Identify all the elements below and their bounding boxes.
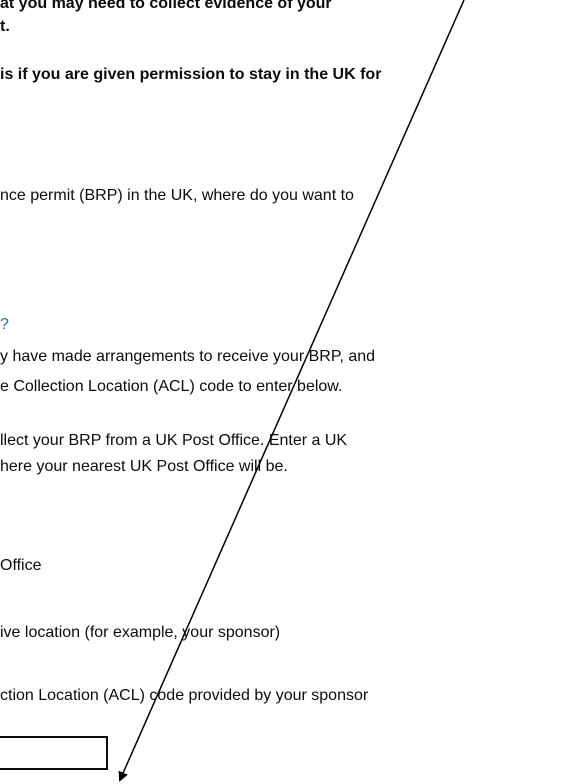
option-post-office-label[interactable]: Office [0, 554, 42, 577]
section-heading-tail: t. [0, 18, 10, 35]
sponsor-paragraph-line-2: e Collection Location (ACL) code to ente… [0, 378, 343, 395]
sponsor-paragraph-line-1: y have made arrangements to receive your… [0, 348, 376, 365]
section-heading-cut: at you may need to collect evidence of y… [0, 0, 332, 12]
brp-collection-question: nce permit (BRP) in the UK, where do you… [0, 187, 354, 204]
acl-code-label: ction Location (ACL) code provided by yo… [0, 687, 369, 704]
option-alternative-location-label[interactable]: ive location (for example, your sponsor) [0, 621, 280, 644]
permission-question: is if you are given permission to stay i… [0, 66, 382, 83]
post-office-paragraph-line-1: llect your BRP from a UK Post Office. En… [0, 432, 348, 449]
post-office-paragraph-line-2: here your nearest UK Post Office will be… [0, 458, 288, 475]
help-link[interactable]: ? [0, 313, 9, 336]
acl-code-input[interactable] [0, 736, 108, 770]
